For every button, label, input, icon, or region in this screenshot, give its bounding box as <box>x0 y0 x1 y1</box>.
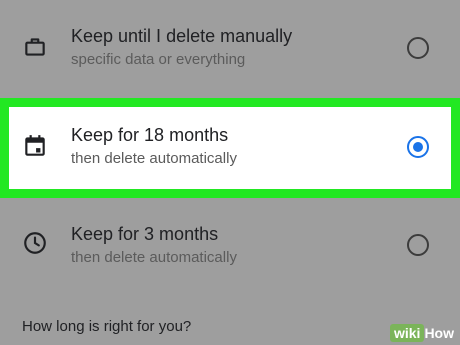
watermark-prefix: wiki <box>389 324 425 342</box>
option-subtitle: then delete automatically <box>71 150 237 167</box>
option-title: Keep for 18 months <box>71 125 229 145</box>
radio-button-selected[interactable] <box>407 136 429 158</box>
option-subtitle: then delete automatically <box>71 249 237 266</box>
help-heading: How long is right for you? <box>22 318 192 335</box>
clock-icon <box>24 232 46 254</box>
option-title: Keep until I delete manually <box>71 26 293 46</box>
option-title: Keep for 3 months <box>71 224 219 244</box>
calendar-icon <box>25 135 45 156</box>
watermark-suffix: How <box>424 325 454 341</box>
briefcase-icon <box>25 38 45 56</box>
option-subtitle: specific data or everything <box>71 51 246 68</box>
retention-option-manual[interactable]: Keep until I delete manually specific da… <box>0 0 460 98</box>
radio-button[interactable] <box>407 234 429 256</box>
wikihow-watermark: wiki How <box>389 324 454 342</box>
retention-option-3-months[interactable]: Keep for 3 months then delete automatica… <box>0 198 460 296</box>
radio-button[interactable] <box>407 37 429 59</box>
retention-option-18-months[interactable]: Keep for 18 months then delete automatic… <box>0 98 460 198</box>
